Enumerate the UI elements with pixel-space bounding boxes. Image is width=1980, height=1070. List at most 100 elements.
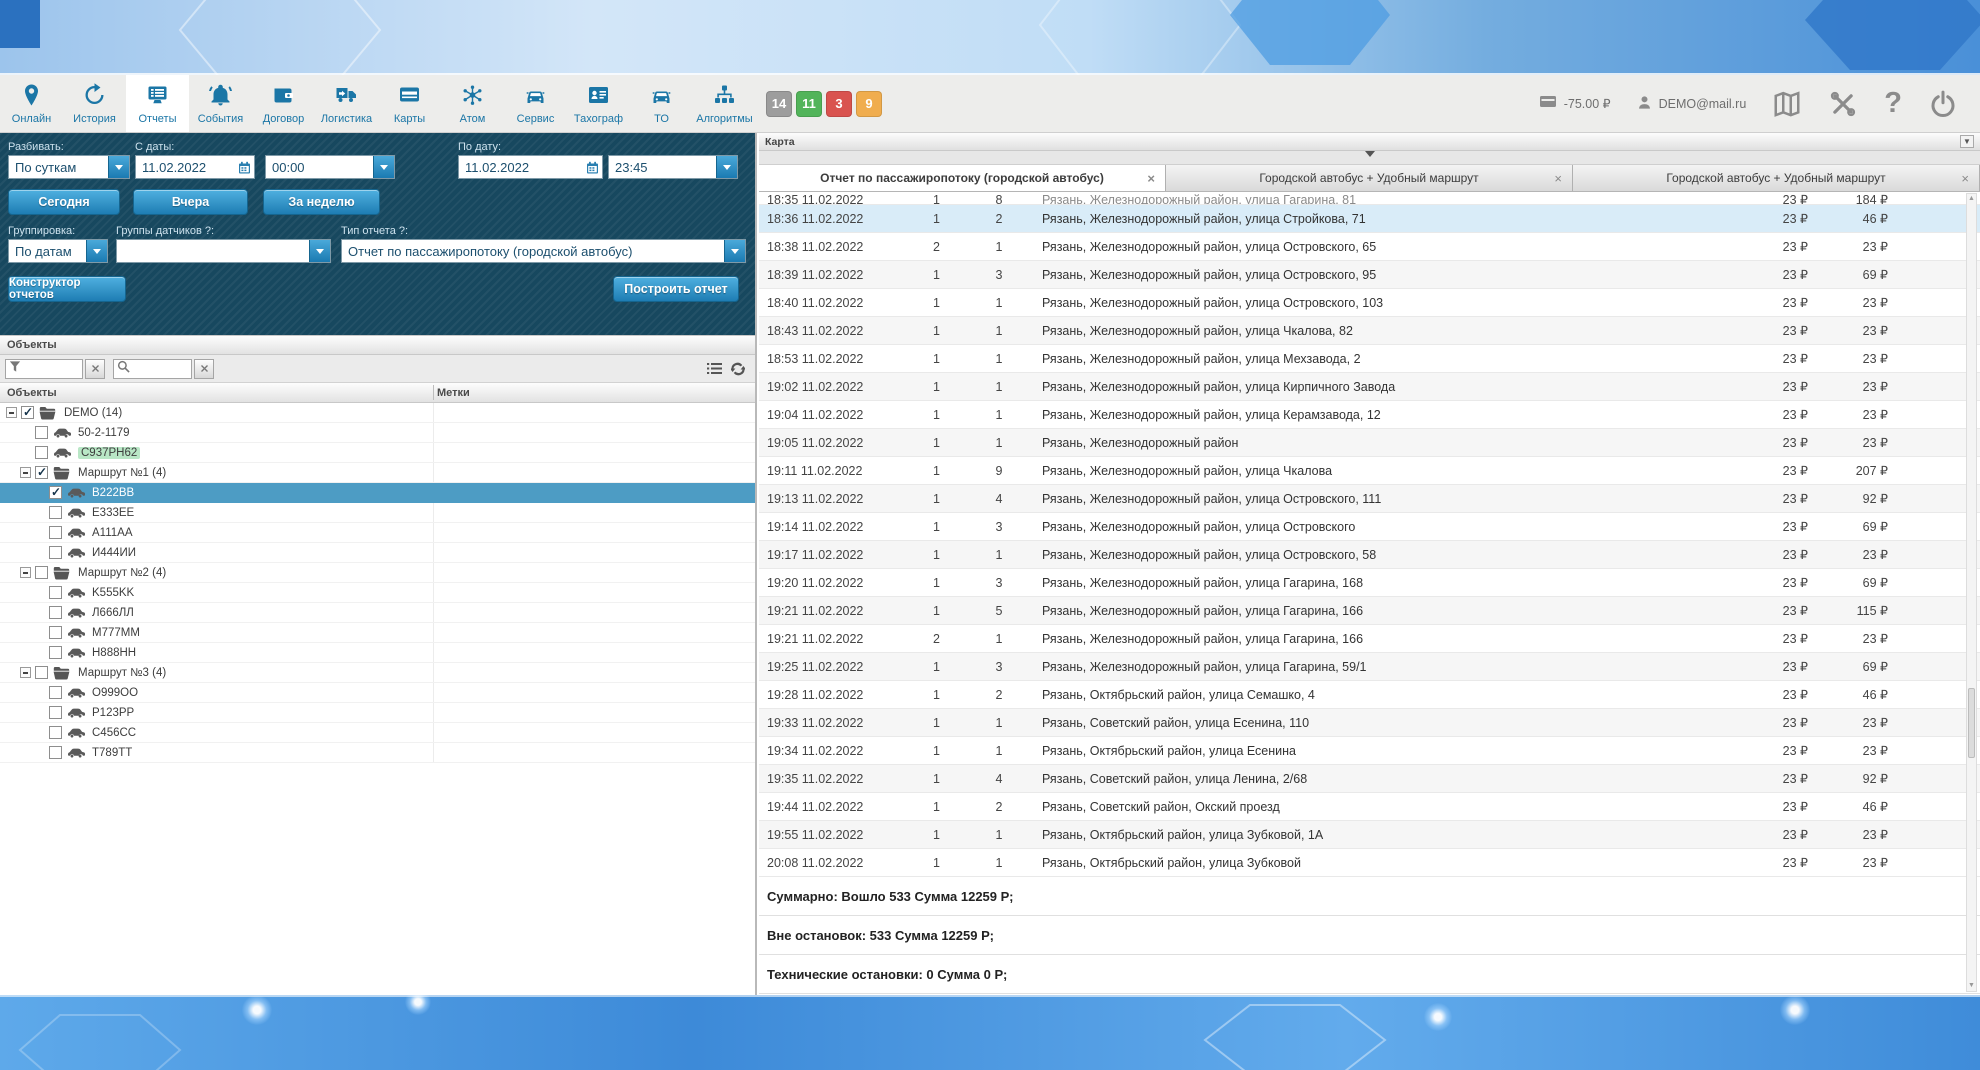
tree-checkbox[interactable] bbox=[35, 666, 48, 679]
scroll-down-arrow[interactable]: ▼ bbox=[1967, 981, 1976, 991]
close-icon[interactable]: × bbox=[1554, 171, 1562, 186]
tree-checkbox[interactable] bbox=[49, 726, 62, 739]
table-row[interactable]: 20:08 11.02.2022 1 1 Рязань, Октябрьский… bbox=[759, 849, 1980, 877]
objects-filter-field[interactable] bbox=[5, 359, 83, 379]
chevron-down-icon[interactable] bbox=[716, 156, 737, 178]
tree-expander-icon[interactable] bbox=[20, 467, 31, 478]
objects-search-input[interactable] bbox=[130, 361, 188, 377]
chevron-down-icon[interactable] bbox=[108, 156, 129, 178]
status-badge[interactable]: 14 bbox=[766, 91, 792, 117]
tree-row[interactable]: K555KK bbox=[0, 583, 755, 603]
tree-checkbox[interactable] bbox=[49, 586, 62, 599]
table-row[interactable]: 19:34 11.02.2022 1 1 Рязань, Октябрьский… bbox=[759, 737, 1980, 765]
split-select[interactable]: По суткам bbox=[8, 155, 130, 179]
table-row[interactable]: 19:21 11.02.2022 1 5 Рязань, Железнодоро… bbox=[759, 597, 1980, 625]
table-row[interactable]: 19:17 11.02.2022 1 1 Рязань, Железнодоро… bbox=[759, 541, 1980, 569]
grouping-select[interactable]: По датам bbox=[8, 239, 108, 263]
tree-row[interactable]: E333EE bbox=[0, 503, 755, 523]
week-button[interactable]: За неделю bbox=[263, 189, 380, 215]
table-row[interactable]: 18:39 11.02.2022 1 3 Рязань, Железнодоро… bbox=[759, 261, 1980, 289]
table-row[interactable]: 19:55 11.02.2022 1 1 Рязань, Октябрьский… bbox=[759, 821, 1980, 849]
tree-checkbox[interactable] bbox=[49, 626, 62, 639]
sensor-groups-select[interactable] bbox=[116, 239, 331, 263]
nav-events[interactable]: События bbox=[189, 75, 252, 132]
status-badge[interactable]: 11 bbox=[796, 91, 822, 117]
chevron-down-icon[interactable] bbox=[373, 156, 394, 178]
to-time-select[interactable]: 23:45 bbox=[608, 155, 738, 179]
clear-search-button[interactable] bbox=[194, 359, 214, 379]
close-icon[interactable]: × bbox=[1961, 171, 1969, 186]
objects-search-field[interactable] bbox=[113, 359, 192, 379]
map-panel-toggle[interactable]: ▼ bbox=[1960, 135, 1974, 148]
tree-checkbox[interactable] bbox=[49, 706, 62, 719]
tree-checkbox[interactable] bbox=[49, 746, 62, 759]
table-row[interactable]: 19:28 11.02.2022 1 2 Рязань, Октябрьский… bbox=[759, 681, 1980, 709]
table-row[interactable]: 18:35 11.02.2022 1 8 Рязань, Железнодоро… bbox=[759, 192, 1980, 205]
tree-checkbox[interactable] bbox=[49, 526, 62, 539]
refresh-icon[interactable] bbox=[731, 362, 745, 376]
tree-checkbox[interactable] bbox=[35, 446, 48, 459]
nav-logistics[interactable]: Логистика bbox=[315, 75, 378, 132]
report-constructor-button[interactable]: Конструктор отчетов bbox=[8, 276, 126, 302]
tree-expander-icon[interactable] bbox=[20, 667, 31, 678]
table-row[interactable]: 19:35 11.02.2022 1 4 Рязань, Советский р… bbox=[759, 765, 1980, 793]
table-row[interactable]: 19:25 11.02.2022 1 3 Рязань, Железнодоро… bbox=[759, 653, 1980, 681]
table-row[interactable]: 19:44 11.02.2022 1 2 Рязань, Советский р… bbox=[759, 793, 1980, 821]
vertical-scrollbar[interactable]: ▲ ▼ bbox=[1966, 193, 1977, 992]
tree-checkbox[interactable] bbox=[49, 606, 62, 619]
tree-row[interactable]: Маршрут №2 (4) bbox=[0, 563, 755, 583]
tree-row[interactable]: Маршрут №1 (4) bbox=[0, 463, 755, 483]
tree-row[interactable]: И444ИИ bbox=[0, 543, 755, 563]
tree-expander-icon[interactable] bbox=[20, 567, 31, 578]
tree-row[interactable]: C937PH62 bbox=[0, 443, 755, 463]
tree-row[interactable]: A111AA bbox=[0, 523, 755, 543]
table-row[interactable]: 19:21 11.02.2022 2 1 Рязань, Железнодоро… bbox=[759, 625, 1980, 653]
tree-row[interactable]: B222BB bbox=[0, 483, 755, 503]
tree-checkbox[interactable] bbox=[49, 486, 62, 499]
nav-service[interactable]: Сервис bbox=[504, 75, 567, 132]
table-row[interactable]: 18:40 11.02.2022 1 1 Рязань, Железнодоро… bbox=[759, 289, 1980, 317]
scroll-up-arrow[interactable]: ▲ bbox=[1967, 194, 1976, 204]
tree-checkbox[interactable] bbox=[49, 686, 62, 699]
tree-row[interactable]: H888HH bbox=[0, 643, 755, 663]
table-row[interactable]: 19:11 11.02.2022 1 9 Рязань, Железнодоро… bbox=[759, 457, 1980, 485]
report-tab[interactable]: Городской автобус + Удобный маршрут × bbox=[1573, 165, 1980, 191]
table-row[interactable]: 18:36 11.02.2022 1 2 Рязань, Железнодоро… bbox=[759, 205, 1980, 233]
table-row[interactable]: 18:53 11.02.2022 1 1 Рязань, Железнодоро… bbox=[759, 345, 1980, 373]
table-row[interactable]: 18:43 11.02.2022 1 1 Рязань, Железнодоро… bbox=[759, 317, 1980, 345]
tree-checkbox[interactable] bbox=[49, 506, 62, 519]
table-row[interactable]: 19:33 11.02.2022 1 1 Рязань, Советский р… bbox=[759, 709, 1980, 737]
tree-checkbox[interactable] bbox=[35, 566, 48, 579]
status-badge[interactable]: 3 bbox=[826, 91, 852, 117]
tree-row[interactable]: 50-2-1179 bbox=[0, 423, 755, 443]
nav-atom[interactable]: Атом bbox=[441, 75, 504, 132]
nav-algorithms[interactable]: Алгоритмы bbox=[693, 75, 756, 132]
panel-splitter[interactable] bbox=[759, 151, 1980, 165]
calendar-icon[interactable] bbox=[582, 161, 602, 174]
today-button[interactable]: Сегодня bbox=[8, 189, 120, 215]
close-icon[interactable]: × bbox=[1147, 171, 1155, 186]
tree-row[interactable]: M777MM bbox=[0, 623, 755, 643]
chevron-down-icon[interactable] bbox=[309, 240, 330, 262]
clear-filter-button[interactable] bbox=[85, 359, 105, 379]
tree-row[interactable]: Л666ЛЛ bbox=[0, 603, 755, 623]
help-icon[interactable]: ? bbox=[1884, 89, 1902, 118]
tools-icon[interactable] bbox=[1828, 89, 1858, 119]
map-icon[interactable] bbox=[1772, 89, 1802, 119]
tree-row[interactable]: O999OO bbox=[0, 683, 755, 703]
chevron-down-icon[interactable] bbox=[724, 240, 745, 262]
tree-row[interactable]: Маршрут №3 (4) bbox=[0, 663, 755, 683]
tree-row[interactable]: C456CC bbox=[0, 723, 755, 743]
nav-tachograph[interactable]: Тахограф bbox=[567, 75, 630, 132]
tree-checkbox[interactable] bbox=[49, 646, 62, 659]
report-tab[interactable]: Городской автобус + Удобный маршрут × bbox=[1166, 165, 1573, 191]
report-tab[interactable]: Отчет по пассажиропотоку (городской авто… bbox=[759, 165, 1166, 191]
tree-checkbox[interactable] bbox=[49, 546, 62, 559]
table-row[interactable]: 18:38 11.02.2022 2 1 Рязань, Железнодоро… bbox=[759, 233, 1980, 261]
yesterday-button[interactable]: Вчера bbox=[133, 189, 248, 215]
tree-expander-icon[interactable] bbox=[6, 407, 17, 418]
nav-maintenance[interactable]: ТО bbox=[630, 75, 693, 132]
calendar-icon[interactable] bbox=[234, 161, 254, 174]
table-row[interactable]: 19:14 11.02.2022 1 3 Рязань, Железнодоро… bbox=[759, 513, 1980, 541]
table-row[interactable]: 19:05 11.02.2022 1 1 Рязань, Железнодоро… bbox=[759, 429, 1980, 457]
